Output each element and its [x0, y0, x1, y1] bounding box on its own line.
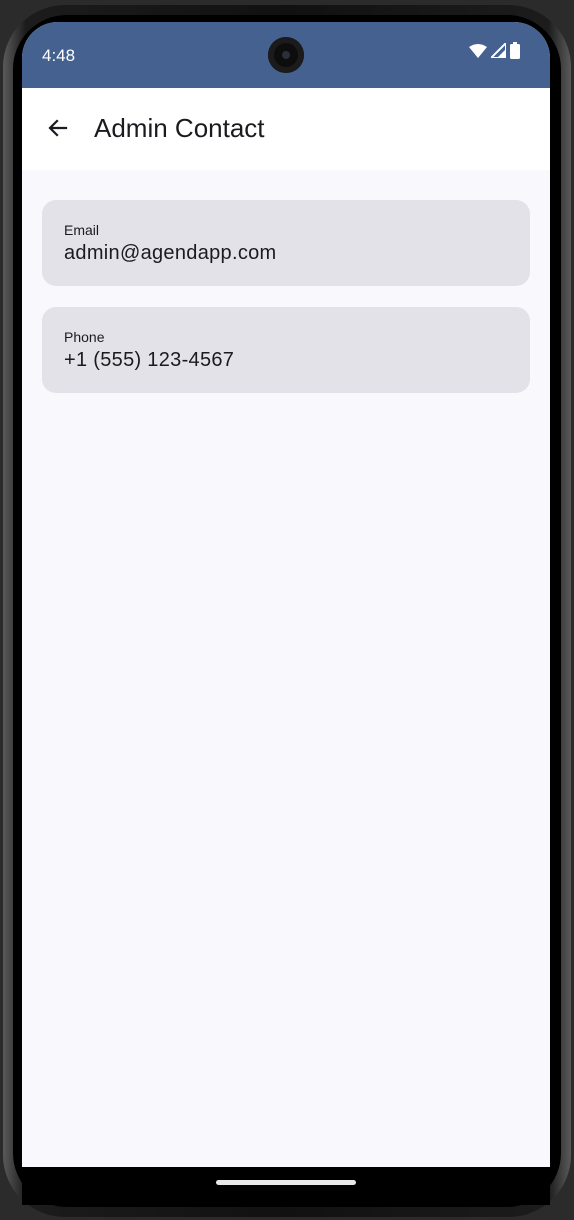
navigation-bar: [22, 1167, 550, 1205]
front-camera: [268, 37, 304, 73]
top-app-bar: Admin Contact: [22, 88, 550, 170]
status-time: 4:48: [42, 46, 76, 65]
battery-icon: [510, 42, 520, 64]
status-icons: [469, 40, 520, 64]
email-label: Email: [64, 222, 100, 238]
email-value: admin@agendapp.com: [64, 242, 277, 264]
phone-value: +1 (555) 123-4567: [64, 349, 235, 371]
page-title: Admin Contact: [94, 113, 265, 143]
phone-label: Phone: [64, 329, 105, 345]
phone-card[interactable]: Phone +1 (555) 123-4567: [42, 307, 530, 393]
wifi-icon: [469, 43, 487, 63]
cellular-signal-icon: [488, 40, 507, 63]
email-card[interactable]: Email admin@agendapp.com: [42, 200, 530, 286]
arrow-back-icon: [46, 116, 70, 145]
phone-device: 4:48 Admin Contact Email admin@agendapp.…: [0, 0, 574, 1220]
screen: 4:48 Admin Contact Email admin@agendapp.…: [22, 22, 550, 1167]
status-bar: 4:48: [22, 22, 550, 88]
back-button[interactable]: [36, 108, 80, 152]
home-indicator[interactable]: [216, 1180, 356, 1185]
